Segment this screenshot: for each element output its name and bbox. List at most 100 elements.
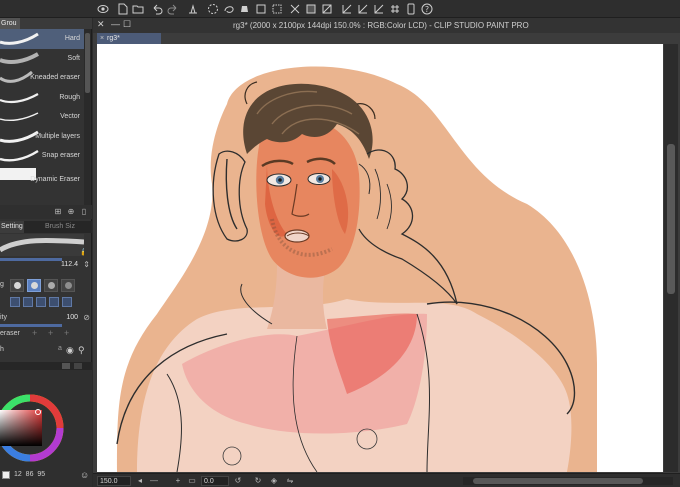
crop-icon[interactable] — [304, 2, 318, 16]
brush-list-scrollbar[interactable] — [84, 29, 91, 215]
eraser-target-icon[interactable]: + — [48, 328, 53, 338]
zoom-out-icon[interactable]: ◂ — [135, 476, 145, 486]
tip-square-button[interactable] — [10, 297, 20, 307]
brush-item-hard[interactable]: Hard — [0, 29, 84, 49]
trash-icon[interactable]: ▯ — [79, 207, 89, 217]
scroll-thumb[interactable] — [473, 478, 643, 484]
clear-icon[interactable] — [186, 2, 200, 16]
redo-icon[interactable] — [166, 2, 180, 16]
canvas-horizontal-scrollbar[interactable] — [463, 477, 673, 485]
deselect-icon[interactable] — [288, 2, 302, 16]
fill-icon[interactable] — [238, 2, 252, 16]
title-bar: ✕ — ☐ rg3* (2000 x 2100px 144dpi 150.0% … — [93, 18, 680, 33]
extra-row: h a ◉ ⚲ — [0, 343, 92, 359]
close-tab-icon[interactable]: × — [100, 33, 104, 44]
reset-rotation-icon[interactable]: ◈ — [269, 476, 279, 486]
undo-icon[interactable] — [150, 2, 164, 16]
zoom-slider-icon[interactable]: — — [149, 476, 159, 486]
eraser-target-icon[interactable]: + — [32, 328, 37, 338]
new-file-icon[interactable] — [116, 2, 130, 16]
document-tab[interactable]: × rg3* — [97, 33, 161, 44]
extra-label: h — [0, 346, 4, 353]
density-settings-icon[interactable]: ⊘ — [83, 313, 90, 322]
document-area: ✕ — ☐ rg3* (2000 x 2100px 144dpi 150.0% … — [93, 18, 680, 487]
snap-grid-icon[interactable] — [388, 2, 402, 16]
phone-icon[interactable] — [404, 2, 418, 16]
svg-text:🔒: 🔒 — [80, 248, 84, 256]
brush-item-snap-eraser[interactable]: Snap eraser — [0, 146, 84, 166]
rotation-field[interactable]: 0.0 — [201, 476, 229, 486]
eraser-label: eraser — [0, 330, 20, 337]
color-value-readout: 12 86 95 — [14, 471, 46, 478]
tab-color-set[interactable] — [74, 363, 82, 369]
rotate-left-icon[interactable]: ↺ — [233, 476, 243, 486]
svg-text:?: ? — [425, 5, 429, 14]
brush-stroke-preview — [0, 51, 39, 64]
eraser-row: eraser + + + — [0, 327, 92, 343]
lasso-icon[interactable] — [222, 2, 236, 16]
brush-item-kneaded-eraser[interactable]: Kneaded eraser — [0, 68, 84, 88]
color-wheel[interactable] — [0, 370, 92, 470]
main-color-swatch[interactable] — [2, 471, 10, 479]
zoom-field[interactable]: 150.0 — [97, 476, 131, 486]
tip-shape-button[interactable] — [10, 279, 24, 292]
snap-icon[interactable] — [372, 2, 386, 16]
settings-circle-icon[interactable]: ◉ — [66, 345, 74, 356]
brush-label: Kneaded eraser — [30, 74, 80, 81]
brush-item-soft[interactable]: Soft — [0, 49, 84, 69]
copy-subtool-icon[interactable]: ⊞ — [53, 207, 63, 217]
brush-stroke-preview — [0, 130, 39, 143]
line-icon[interactable] — [340, 2, 354, 16]
search-icon[interactable]: ⚲ — [78, 345, 85, 356]
drawing-canvas[interactable] — [97, 44, 663, 472]
tip-square-button[interactable] — [62, 297, 72, 307]
open-file-icon[interactable] — [131, 2, 145, 16]
brush-item-dynamic-eraser[interactable]: Dynamic Eraser — [0, 166, 84, 186]
brush-item-multiple-layers[interactable]: Multiple layers — [0, 127, 84, 147]
tip-shape-button[interactable] — [61, 279, 75, 292]
brush-item-rough[interactable]: Rough — [0, 88, 84, 108]
brush-label: Rough — [59, 93, 80, 101]
ruler-icon[interactable] — [356, 2, 370, 16]
app-menu-icon[interactable] — [96, 2, 110, 16]
tip-shape-label: g — [0, 281, 4, 288]
brush-size-row[interactable]: 112.4 ⇕ — [0, 258, 92, 274]
color-mode-icon[interactable]: ☺ — [80, 470, 89, 480]
tip-shape-button[interactable] — [44, 279, 58, 292]
transform-icon[interactable] — [254, 2, 268, 16]
brush-item-vector[interactable]: Vector — [0, 107, 84, 127]
density-value[interactable]: 100 — [66, 314, 78, 321]
eraser-target-icon[interactable]: + — [64, 328, 69, 338]
rotate-right-icon[interactable]: ↻ — [253, 476, 263, 486]
zoom-in-icon[interactable]: + — [173, 476, 183, 486]
tip-shape-button[interactable] — [27, 279, 41, 292]
size-stepper-icon[interactable]: ⇕ — [83, 260, 90, 269]
fit-icon[interactable]: ▭ — [187, 476, 197, 486]
brush-label: Hard — [64, 35, 80, 42]
marquee-icon[interactable] — [206, 2, 220, 16]
flip-icon[interactable]: ⇋ — [285, 476, 295, 486]
density-row[interactable]: ity 100 ⊘ — [0, 311, 92, 327]
close-window-icon[interactable]: ✕ — [97, 20, 106, 29]
tip-square-button[interactable] — [36, 297, 46, 307]
tip-square-button[interactable] — [23, 297, 33, 307]
subtool-group-tab[interactable]: Grou — [0, 18, 20, 29]
invert-icon[interactable] — [320, 2, 334, 16]
minimize-window-icon[interactable]: — — [111, 20, 120, 29]
brush-size-value[interactable]: 112.4 — [61, 261, 78, 268]
tab-settings[interactable]: Setting — [0, 221, 24, 233]
density-label: ity — [0, 314, 7, 321]
help-icon[interactable]: ? — [420, 2, 434, 16]
brush-label: Vector — [60, 113, 80, 120]
tab-brush-size[interactable]: Brush Siz — [28, 221, 80, 233]
canvas-vertical-scrollbar[interactable] — [664, 44, 678, 472]
maximize-window-icon[interactable]: ☐ — [123, 20, 132, 29]
tip-square-button[interactable] — [49, 297, 59, 307]
scroll-thumb[interactable] — [85, 33, 90, 93]
brush-size-slider[interactable] — [0, 258, 62, 261]
color-panel-tabs — [0, 362, 92, 370]
add-subtool-icon[interactable]: ⊕ — [66, 207, 76, 217]
tab-color-wheel[interactable] — [62, 363, 70, 369]
select-all-icon[interactable] — [270, 2, 284, 16]
scroll-thumb[interactable] — [667, 144, 675, 294]
